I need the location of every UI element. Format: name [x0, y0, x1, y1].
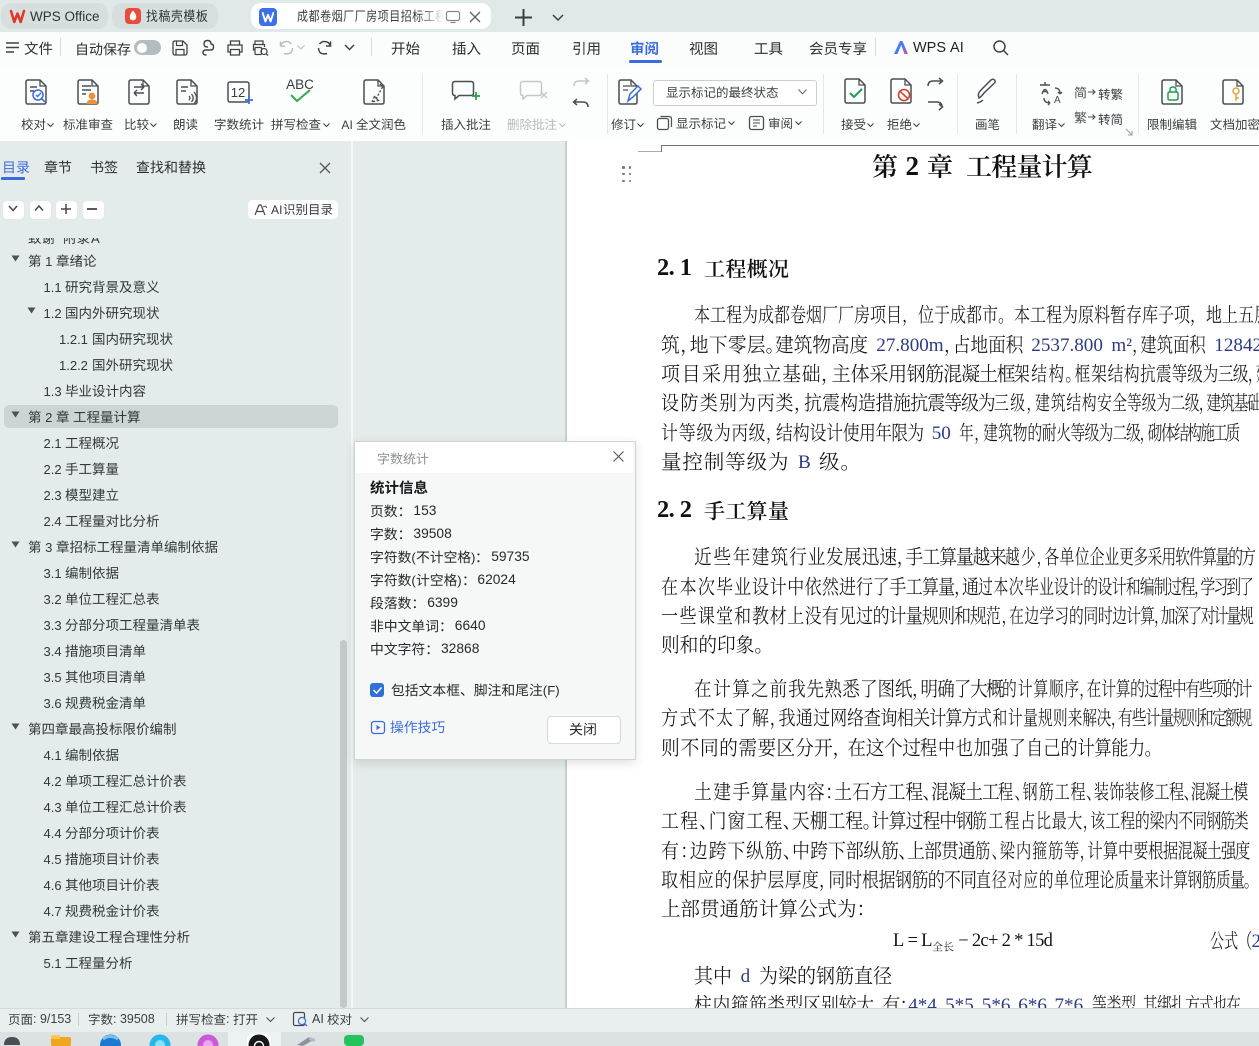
svg-text:A: A	[1054, 95, 1061, 106]
svg-text:ABC: ABC	[286, 77, 314, 92]
svg-text:12: 12	[231, 85, 245, 100]
